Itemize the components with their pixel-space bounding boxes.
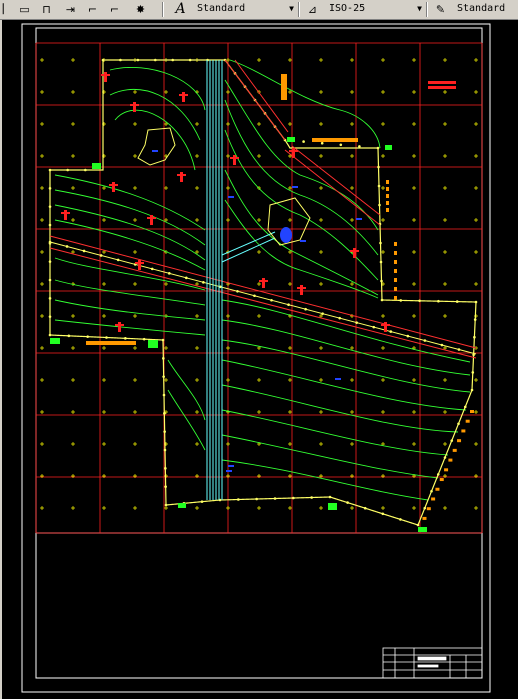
window-icon[interactable]: ⊓ (38, 1, 55, 17)
survey-points (152, 150, 362, 472)
contour-line (114, 109, 196, 171)
text-style-icon[interactable]: A (172, 1, 189, 17)
contour-line (224, 79, 379, 231)
contour-line (229, 59, 381, 149)
vertical-canal (206, 60, 223, 500)
contour-line (54, 279, 206, 306)
contour-line (109, 66, 206, 111)
dimension-style-icon[interactable]: ⊿ (304, 1, 321, 17)
chamfer-icon[interactable]: ⌐ (106, 1, 123, 17)
contour-line (221, 384, 459, 433)
chevron-down-icon: ▼ (417, 4, 422, 13)
text-style-select[interactable]: Standard ▼ (194, 1, 296, 17)
contour-line (221, 459, 429, 501)
contour-line (221, 409, 449, 456)
contour-line (54, 299, 206, 321)
chevron-down-icon: ▼ (289, 4, 294, 13)
toolbar-separator (162, 2, 164, 17)
toolbar-separator (298, 2, 300, 17)
break-icon[interactable]: ⇥ (62, 1, 79, 17)
contour-line (221, 434, 439, 479)
styles-toolbar: ⎸ ▭ ⊓ ⇥ ⌐ ⌐ ✸ A Standard ▼ ⊿ ISO-25 ▼ ✎ … (0, 0, 518, 20)
drawing-canvas[interactable] (0, 20, 518, 699)
draw-order-icon[interactable]: ⎸ (0, 1, 17, 17)
contour-line (54, 204, 206, 261)
contour-line (167, 389, 206, 451)
upper-diagonal-road (224, 59, 381, 226)
contour-line (54, 219, 206, 271)
toolbar-separator (426, 2, 428, 17)
contour-line (54, 319, 206, 336)
title-block (382, 647, 483, 679)
pond-outline (137, 127, 176, 166)
dim-style-select[interactable]: ISO-25 ▼ (326, 1, 424, 17)
dim-style-value: ISO-25 (329, 3, 366, 14)
legend-block (428, 81, 456, 89)
explode-icon[interactable]: ✸ (132, 1, 149, 17)
table-style-icon[interactable]: ✎ (432, 1, 449, 17)
text-style-value: Standard (197, 3, 246, 14)
table-style-value: Standard (457, 3, 506, 14)
contour-line (167, 359, 206, 421)
canal-branch (221, 231, 276, 263)
fillet-icon[interactable]: ⌐ (84, 1, 101, 17)
rectangle-icon[interactable]: ▭ (16, 1, 33, 17)
table-style-select[interactable]: Standard (454, 1, 518, 17)
contour-line (54, 189, 206, 246)
water-body (280, 227, 292, 243)
road-band (49, 235, 477, 359)
contour-line (54, 174, 206, 231)
contour-line (221, 359, 467, 411)
